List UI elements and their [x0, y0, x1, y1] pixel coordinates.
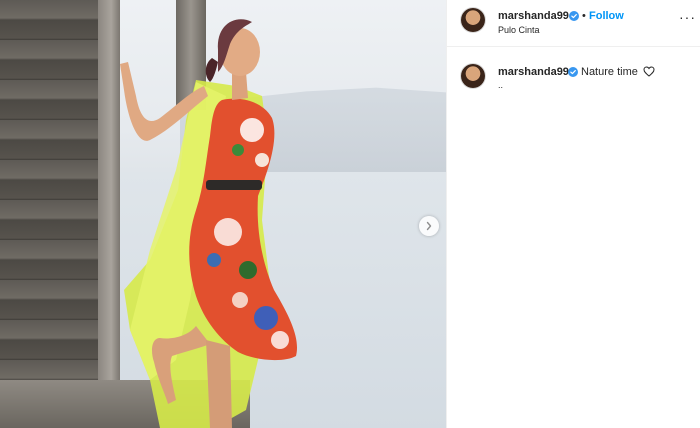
carousel-next-button[interactable] — [419, 216, 439, 236]
header-username[interactable]: marshanda99 — [498, 10, 569, 22]
avatar[interactable] — [461, 8, 485, 32]
woman-figure — [120, 19, 298, 428]
post-side-panel: marshanda99 • Follow Pulo Cinta ··· mars… — [446, 0, 700, 428]
post-location[interactable]: Pulo Cinta — [498, 25, 540, 35]
follow-button[interactable]: Follow — [589, 10, 624, 22]
avatar[interactable] — [461, 64, 485, 88]
verified-badge-icon — [569, 11, 579, 21]
caption-continuation: .. — [498, 80, 504, 90]
post-header: marshanda99 • Follow Pulo Cinta ··· — [447, 0, 700, 47]
more-options-icon[interactable]: ··· — [679, 9, 696, 25]
post-photo[interactable] — [0, 0, 446, 428]
heart-outline-icon[interactable] — [643, 66, 655, 77]
verified-badge-icon — [568, 67, 578, 77]
caption-text: Nature time — [581, 66, 638, 78]
header-separator: • — [582, 10, 586, 22]
caption-comment: marshanda99 Nature time .. — [447, 47, 700, 107]
caption-username[interactable]: marshanda99 — [498, 66, 569, 78]
chevron-right-icon — [426, 221, 432, 231]
